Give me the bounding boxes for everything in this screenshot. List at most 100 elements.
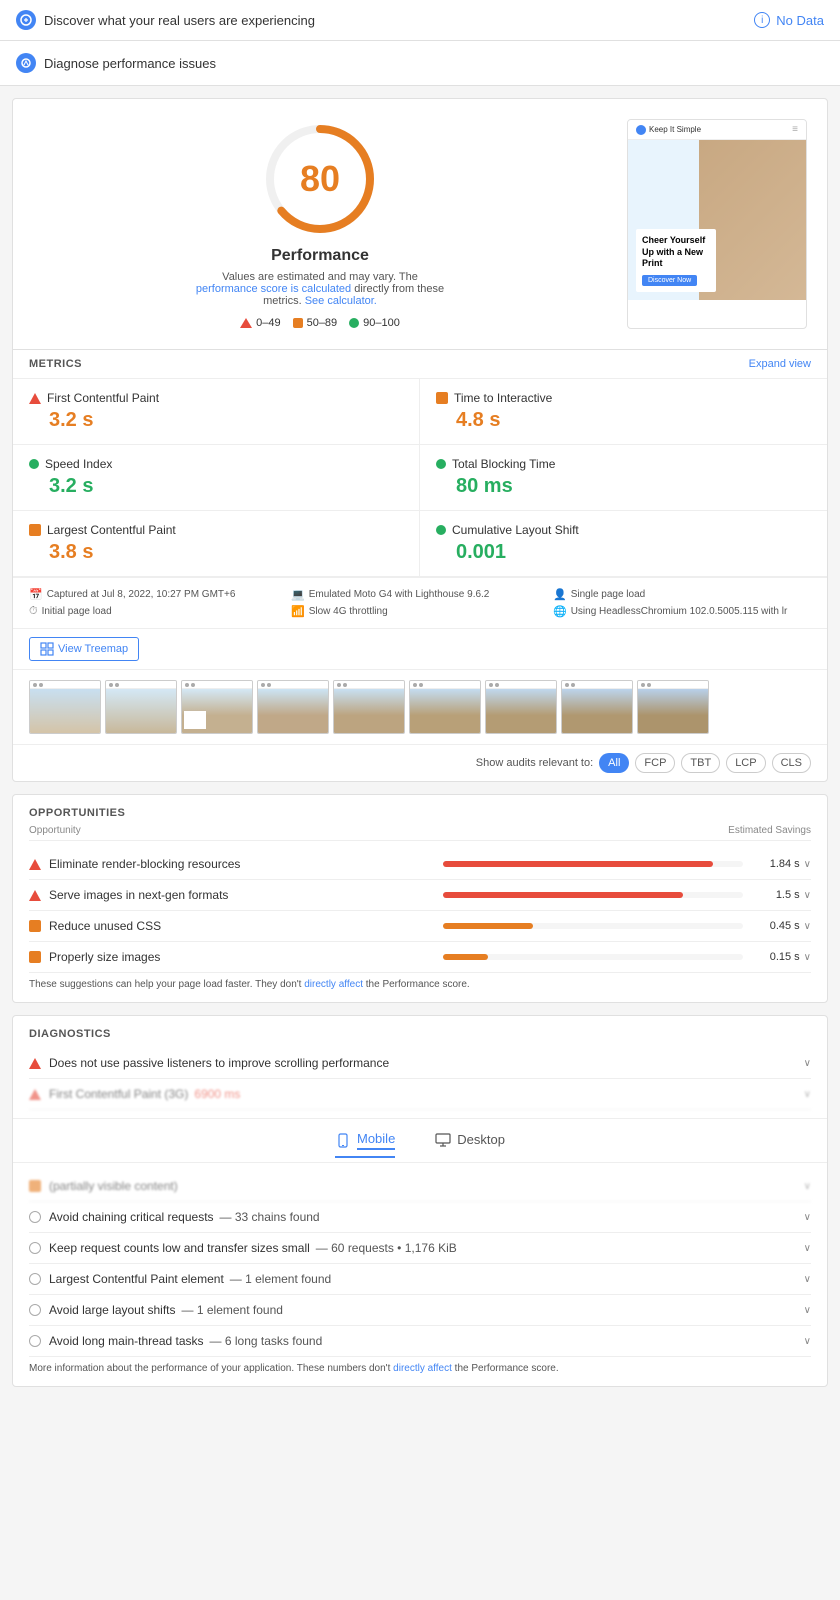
- diag-detail-4: — 33 chains found: [220, 1210, 320, 1224]
- opp-bar-wrap-1: [443, 861, 743, 867]
- opp-indicator-2: [29, 890, 41, 901]
- diag-item-6[interactable]: Largest Contentful Paint element — 1 ele…: [29, 1264, 811, 1295]
- diag-indicator-3: [29, 1180, 41, 1192]
- opp-savings-1: 1.84 s ∨: [751, 858, 811, 870]
- tab-bar: Mobile Desktop: [13, 1118, 827, 1163]
- info-browser: 🌐 Using HeadlessChromium 102.0.5005.115 …: [553, 605, 811, 618]
- score-value: 80: [300, 158, 340, 200]
- filter-all-button[interactable]: All: [599, 753, 629, 773]
- diag-detail-7: — 1 element found: [182, 1303, 283, 1317]
- diag-note-link[interactable]: directly affect: [393, 1363, 452, 1374]
- metric-indicator-fcp: [29, 393, 41, 404]
- diag-chevron-2: ∨: [804, 1089, 811, 1100]
- diag-item-5[interactable]: Keep request counts low and transfer siz…: [29, 1233, 811, 1264]
- metric-item-lcp: Largest Contentful Paint 3.8 s: [13, 511, 420, 577]
- diag-item-1[interactable]: Does not use passive listeners to improv…: [29, 1048, 811, 1079]
- metric-indicator-tti: [436, 392, 448, 404]
- diag-item-3[interactable]: (partially visible content) ∨: [29, 1171, 811, 1202]
- opp-bar-4: [443, 954, 488, 960]
- preview-header: Keep It Simple ≡: [628, 120, 806, 140]
- diag-chevron-8: ∨: [804, 1336, 811, 1347]
- score-legend: 0–49 50–89 90–100: [240, 317, 400, 329]
- info-bar: 📅 Captured at Jul 8, 2022, 10:27 PM GMT+…: [13, 577, 827, 628]
- info-load-type: 👤 Single page load: [553, 588, 811, 601]
- diag-chevron-7: ∨: [804, 1305, 811, 1316]
- diag-item-7[interactable]: Avoid large layout shifts — 1 element fo…: [29, 1295, 811, 1326]
- score-circle: 80: [260, 119, 380, 239]
- audit-filters: Show audits relevant to: All FCP TBT LCP…: [13, 744, 827, 781]
- score-left: 80 Performance Values are estimated and …: [33, 119, 607, 329]
- diag-item-2[interactable]: First Contentful Paint (3G) 6900 ms ∨: [29, 1079, 811, 1110]
- no-data-label: No Data: [776, 13, 824, 28]
- opportunity-col-header: Opportunity: [29, 825, 81, 836]
- filter-tbt-button[interactable]: TBT: [681, 753, 720, 773]
- metrics-section-label: METRICS: [29, 358, 82, 370]
- metric-value-tbt: 80 ms: [436, 475, 811, 498]
- preview-site-name: Keep It Simple: [649, 125, 701, 134]
- calculator-link[interactable]: See calculator.: [305, 295, 377, 307]
- opp-note-link[interactable]: directly affect: [304, 979, 363, 990]
- opp-note: These suggestions can help your page loa…: [29, 979, 811, 990]
- opp-bar-wrap-3: [443, 923, 743, 929]
- tab-desktop-label: Desktop: [457, 1132, 505, 1147]
- preview-headline: Cheer Yourself Up with a New Print: [642, 235, 710, 270]
- chevron-icon-2: ∨: [804, 890, 811, 901]
- legend-triangle-icon: [240, 318, 252, 328]
- diag-name-8: Avoid long main-thread tasks — 6 long ta…: [49, 1334, 796, 1348]
- filter-fcp-button[interactable]: FCP: [635, 753, 675, 773]
- metric-name-fcp: First Contentful Paint: [29, 391, 403, 405]
- diag-name-5: Keep request counts low and transfer siz…: [49, 1241, 796, 1255]
- savings-col-header: Estimated Savings: [728, 825, 811, 836]
- preview-cta-button: Discover Now: [642, 275, 697, 286]
- diag-indicator-4: [29, 1211, 41, 1223]
- opp-bar-wrap-2: [443, 892, 743, 898]
- opp-item-4[interactable]: Properly size images 0.15 s ∨: [29, 942, 811, 973]
- view-treemap-button[interactable]: View Treemap: [29, 637, 139, 661]
- info-throttle: 📶 Slow 4G throttling: [291, 605, 549, 618]
- diag-item-8[interactable]: Avoid long main-thread tasks — 6 long ta…: [29, 1326, 811, 1357]
- opp-item-3[interactable]: Reduce unused CSS 0.45 s ∨: [29, 911, 811, 942]
- user-icon: 👤: [553, 588, 567, 601]
- tab-desktop[interactable]: Desktop: [435, 1125, 505, 1156]
- top-bar-title: Discover what your real users are experi…: [44, 13, 315, 28]
- opp-name-1: Eliminate render-blocking resources: [49, 857, 435, 871]
- metric-indicator-tbt: [436, 459, 446, 469]
- preview-logo-icon: [636, 125, 646, 135]
- tab-mobile[interactable]: Mobile: [335, 1125, 395, 1158]
- filter-lcp-button[interactable]: LCP: [726, 753, 765, 773]
- performance-score-link[interactable]: performance score is calculated: [196, 283, 351, 295]
- expand-view-button[interactable]: Expand view: [749, 358, 811, 370]
- opp-savings-3: 0.45 s ∨: [751, 920, 811, 932]
- info-initial-load: ⏱ Initial page load: [29, 605, 287, 618]
- diag-indicator-2: [29, 1089, 41, 1100]
- diag-item-4[interactable]: Avoid chaining critical requests — 33 ch…: [29, 1202, 811, 1233]
- opp-item-2[interactable]: Serve images in next-gen formats 1.5 s ∨: [29, 880, 811, 911]
- info-capture-time: 📅 Captured at Jul 8, 2022, 10:27 PM GMT+…: [29, 588, 287, 601]
- opp-item-1[interactable]: Eliminate render-blocking resources 1.84…: [29, 849, 811, 880]
- opp-bar-wrap-4: [443, 954, 743, 960]
- mobile-icon: [335, 1133, 351, 1149]
- chevron-icon-3: ∨: [804, 921, 811, 932]
- diag-chevron-4: ∨: [804, 1212, 811, 1223]
- preview-logo: Keep It Simple: [636, 125, 701, 135]
- opp-name-2: Serve images in next-gen formats: [49, 888, 435, 902]
- filmstrip-frame-2: [105, 680, 177, 734]
- desktop-icon: [435, 1132, 451, 1148]
- diag-detail-2: 6900 ms: [194, 1087, 240, 1101]
- diag-note: More information about the performance o…: [29, 1363, 811, 1374]
- diag-name-7: Avoid large layout shifts — 1 element fo…: [49, 1303, 796, 1317]
- diag-indicator-1: [29, 1058, 41, 1069]
- metric-item-cls: Cumulative Layout Shift 0.001: [420, 511, 827, 577]
- metric-value-lcp: 3.8 s: [29, 541, 403, 564]
- info-throttle-text: Slow 4G throttling: [309, 606, 388, 617]
- filter-cls-button[interactable]: CLS: [772, 753, 811, 773]
- signal-icon: 📶: [291, 605, 305, 618]
- opp-savings-4: 0.15 s ∨: [751, 951, 811, 963]
- score-label: Performance: [271, 247, 369, 265]
- metric-item-fcp: First Contentful Paint 3.2 s: [13, 379, 420, 445]
- filmstrip-frame-5: [333, 680, 405, 734]
- filmstrip-frame-3: [181, 680, 253, 734]
- opp-indicator-1: [29, 859, 41, 870]
- diag-indicator-5: [29, 1242, 41, 1254]
- opp-indicator-4: [29, 951, 41, 963]
